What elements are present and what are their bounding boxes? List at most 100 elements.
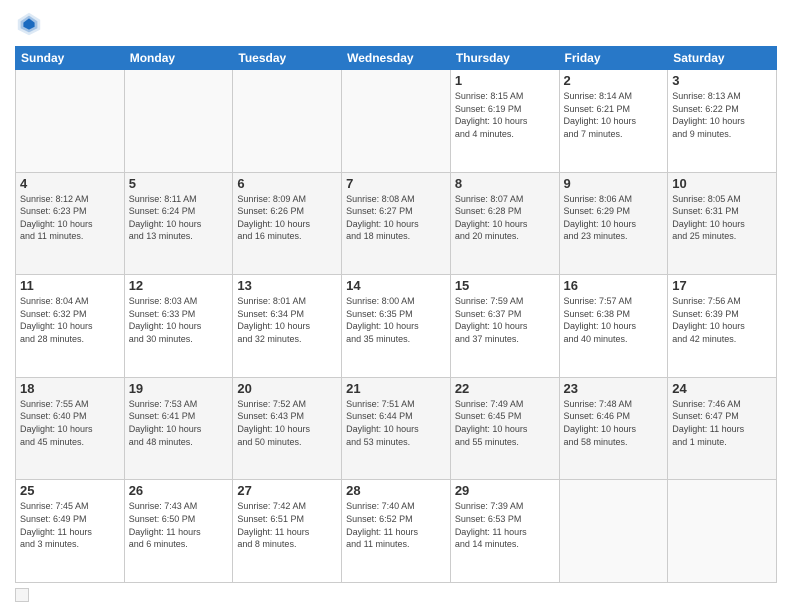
calendar-cell: 22 Sunrise: 7:49 AM Sunset: 6:45 PM Dayli…: [450, 377, 559, 480]
day-number: 8: [455, 176, 555, 191]
day-info: Sunrise: 7:48 AM Sunset: 6:46 PM Dayligh…: [564, 398, 664, 448]
day-info: Sunrise: 8:12 AM Sunset: 6:23 PM Dayligh…: [20, 193, 120, 243]
calendar-cell: [233, 70, 342, 173]
calendar-cell: 20Sunrise: 7:52 AM Sunset: 6:43 PM Dayli…: [233, 377, 342, 480]
day-number: 22: [455, 381, 555, 396]
day-number: 25: [20, 483, 120, 498]
logo: [15, 10, 47, 38]
calendar-cell: 9Sunrise: 8:06 AM Sunset: 6:29 PM Daylig…: [559, 172, 668, 275]
day-header-thursday: Thursday: [450, 47, 559, 70]
day-number: 18: [20, 381, 120, 396]
calendar-cell: 25 Sunrise: 7:45 AM Sunset: 6:49 PM Dayli…: [16, 480, 125, 583]
day-info: Sunrise: 7:53 AM Sunset: 6:41 PM Dayligh…: [129, 398, 229, 448]
day-number: 13: [237, 278, 337, 293]
day-number: 9: [564, 176, 664, 191]
calendar-cell: [668, 480, 777, 583]
day-number: 28: [346, 483, 446, 498]
calendar-cell: 2 Sunrise: 8:14 AM Sunset: 6:21 PM Daylig…: [559, 70, 668, 173]
calendar-cell: 8 Sunrise: 8:07 AM Sunset: 6:28 PM Daylig…: [450, 172, 559, 275]
day-info: Sunrise: 8:08 AM Sunset: 6:27 PM Dayligh…: [346, 193, 446, 243]
day-info: Sunrise: 8:05 AM Sunset: 6:31 PM Dayligh…: [672, 193, 772, 243]
calendar-week-row: 4 Sunrise: 8:12 AM Sunset: 6:23 PM Daylig…: [16, 172, 777, 275]
day-info: Sunrise: 7:52 AM Sunset: 6:43 PM Dayligh…: [237, 398, 337, 448]
day-number: 14: [346, 278, 446, 293]
day-info: Sunrise: 8:04 AM Sunset: 6:32 PM Dayligh…: [20, 295, 120, 345]
day-number: 23: [564, 381, 664, 396]
day-number: 1: [455, 73, 555, 88]
day-number: 19: [129, 381, 229, 396]
day-number: 17: [672, 278, 772, 293]
day-info: Sunrise: 7:39 AM Sunset: 6:53 PM Dayligh…: [455, 500, 555, 550]
day-info: Sunrise: 7:46 AM Sunset: 6:47 PM Dayligh…: [672, 398, 772, 448]
day-info: Sunrise: 7:57 AM Sunset: 6:38 PM Dayligh…: [564, 295, 664, 345]
calendar-week-row: 11 Sunrise: 8:04 AM Sunset: 6:32 PM Dayli…: [16, 275, 777, 378]
day-info: Sunrise: 8:07 AM Sunset: 6:28 PM Dayligh…: [455, 193, 555, 243]
calendar-cell: 4 Sunrise: 8:12 AM Sunset: 6:23 PM Daylig…: [16, 172, 125, 275]
legend-box: [15, 588, 29, 602]
day-header-sunday: Sunday: [16, 47, 125, 70]
calendar-cell: 13 Sunrise: 8:01 AM Sunset: 6:34 PM Dayli…: [233, 275, 342, 378]
calendar-cell: 23 Sunrise: 7:48 AM Sunset: 6:46 PM Dayli…: [559, 377, 668, 480]
calendar-cell: 10 Sunrise: 8:05 AM Sunset: 6:31 PM Dayli…: [668, 172, 777, 275]
calendar-week-row: 1 Sunrise: 8:15 AM Sunset: 6:19 PM Daylig…: [16, 70, 777, 173]
calendar-cell: 17 Sunrise: 7:56 AM Sunset: 6:39 PM Dayli…: [668, 275, 777, 378]
logo-icon: [15, 10, 43, 38]
day-number: 11: [20, 278, 120, 293]
calendar-cell: 7 Sunrise: 8:08 AM Sunset: 6:27 PM Daylig…: [342, 172, 451, 275]
day-number: 4: [20, 176, 120, 191]
calendar-cell: 15 Sunrise: 7:59 AM Sunset: 6:37 PM Dayli…: [450, 275, 559, 378]
day-info: Sunrise: 7:51 AM Sunset: 6:44 PM Dayligh…: [346, 398, 446, 448]
calendar-cell: 21 Sunrise: 7:51 AM Sunset: 6:44 PM Dayli…: [342, 377, 451, 480]
calendar-week-row: 18 Sunrise: 7:55 AM Sunset: 6:40 PM Dayli…: [16, 377, 777, 480]
day-info: Sunrise: 7:56 AM Sunset: 6:39 PM Dayligh…: [672, 295, 772, 345]
header: [15, 10, 777, 38]
calendar-cell: 24 Sunrise: 7:46 AM Sunset: 6:47 PM Dayli…: [668, 377, 777, 480]
day-number: 15: [455, 278, 555, 293]
calendar-cell: 28 Sunrise: 7:40 AM Sunset: 6:52 PM Dayli…: [342, 480, 451, 583]
calendar-cell: 16 Sunrise: 7:57 AM Sunset: 6:38 PM Dayli…: [559, 275, 668, 378]
day-info: Sunrise: 7:42 AM Sunset: 6:51 PM Dayligh…: [237, 500, 337, 550]
day-number: 24: [672, 381, 772, 396]
day-number: 2: [564, 73, 664, 88]
calendar-cell: 5 Sunrise: 8:11 AM Sunset: 6:24 PM Daylig…: [124, 172, 233, 275]
calendar-cell: 1 Sunrise: 8:15 AM Sunset: 6:19 PM Daylig…: [450, 70, 559, 173]
calendar-cell: 11 Sunrise: 8:04 AM Sunset: 6:32 PM Dayli…: [16, 275, 125, 378]
day-info: Sunrise: 7:40 AM Sunset: 6:52 PM Dayligh…: [346, 500, 446, 550]
day-info: Sunrise: 8:15 AM Sunset: 6:19 PM Dayligh…: [455, 90, 555, 140]
day-info: Sunrise: 7:45 AM Sunset: 6:49 PM Dayligh…: [20, 500, 120, 550]
day-info: Sunrise: 8:11 AM Sunset: 6:24 PM Dayligh…: [129, 193, 229, 243]
day-number: 5: [129, 176, 229, 191]
day-header-monday: Monday: [124, 47, 233, 70]
day-info: Sunrise: 7:59 AM Sunset: 6:37 PM Dayligh…: [455, 295, 555, 345]
calendar-cell: [559, 480, 668, 583]
day-number: 29: [455, 483, 555, 498]
calendar-cell: 29 Sunrise: 7:39 AM Sunset: 6:53 PM Dayli…: [450, 480, 559, 583]
day-header-friday: Friday: [559, 47, 668, 70]
day-info: Sunrise: 8:14 AM Sunset: 6:21 PM Dayligh…: [564, 90, 664, 140]
calendar-cell: [124, 70, 233, 173]
day-number: 12: [129, 278, 229, 293]
day-info: Sunrise: 8:03 AM Sunset: 6:33 PM Dayligh…: [129, 295, 229, 345]
day-info: Sunrise: 7:43 AM Sunset: 6:50 PM Dayligh…: [129, 500, 229, 550]
day-number: 6: [237, 176, 337, 191]
calendar-cell: 27Sunrise: 7:42 AM Sunset: 6:51 PM Dayli…: [233, 480, 342, 583]
day-header-saturday: Saturday: [668, 47, 777, 70]
day-number: 16: [564, 278, 664, 293]
day-info: Sunrise: 8:01 AM Sunset: 6:34 PM Dayligh…: [237, 295, 337, 345]
calendar-cell: [342, 70, 451, 173]
calendar-cell: 26 Sunrise: 7:43 AM Sunset: 6:50 PM Dayli…: [124, 480, 233, 583]
legend: [15, 588, 777, 602]
calendar-cell: 18 Sunrise: 7:55 AM Sunset: 6:40 PM Dayli…: [16, 377, 125, 480]
day-number: 26: [129, 483, 229, 498]
day-header-wednesday: Wednesday: [342, 47, 451, 70]
calendar-cell: 14Sunrise: 8:00 AM Sunset: 6:35 PM Dayli…: [342, 275, 451, 378]
day-number: 10: [672, 176, 772, 191]
day-info: Sunrise: 8:13 AM Sunset: 6:22 PM Dayligh…: [672, 90, 772, 140]
calendar-table: SundayMondayTuesdayWednesdayThursdayFrid…: [15, 46, 777, 583]
day-info: Sunrise: 7:49 AM Sunset: 6:45 PM Dayligh…: [455, 398, 555, 448]
calendar-cell: [16, 70, 125, 173]
day-info: Sunrise: 7:55 AM Sunset: 6:40 PM Dayligh…: [20, 398, 120, 448]
day-number: 21: [346, 381, 446, 396]
day-header-tuesday: Tuesday: [233, 47, 342, 70]
day-number: 7: [346, 176, 446, 191]
